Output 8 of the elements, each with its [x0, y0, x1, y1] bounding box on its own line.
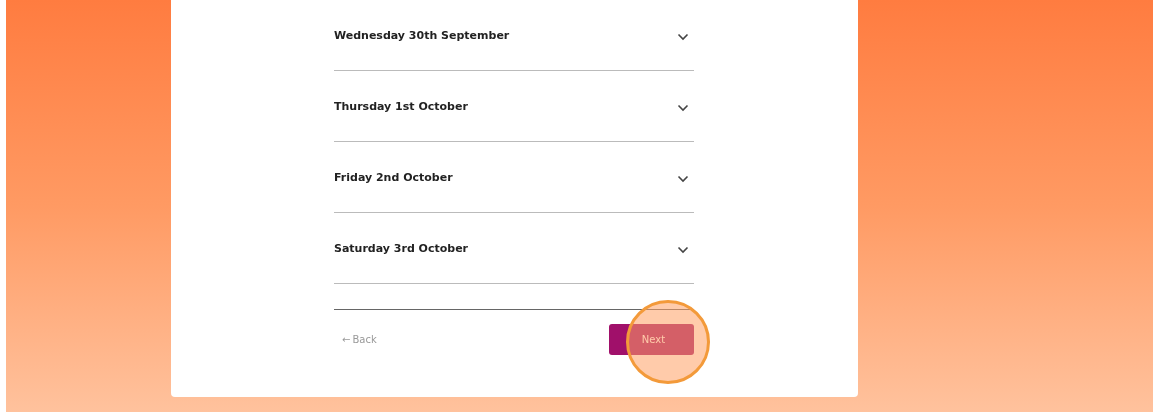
chevron-down-icon	[677, 175, 689, 183]
date-accordion-row[interactable]: Saturday 3rd October	[334, 213, 694, 284]
chevron-down-icon	[677, 104, 689, 112]
date-accordion-row[interactable]: Thursday 1st October	[334, 71, 694, 142]
chevron-down-icon	[677, 33, 689, 41]
chevron-down-icon	[677, 246, 689, 254]
date-accordion-row[interactable]: Wednesday 30th September	[334, 0, 694, 71]
date-accordion-row[interactable]: Friday 2nd October	[334, 142, 694, 213]
